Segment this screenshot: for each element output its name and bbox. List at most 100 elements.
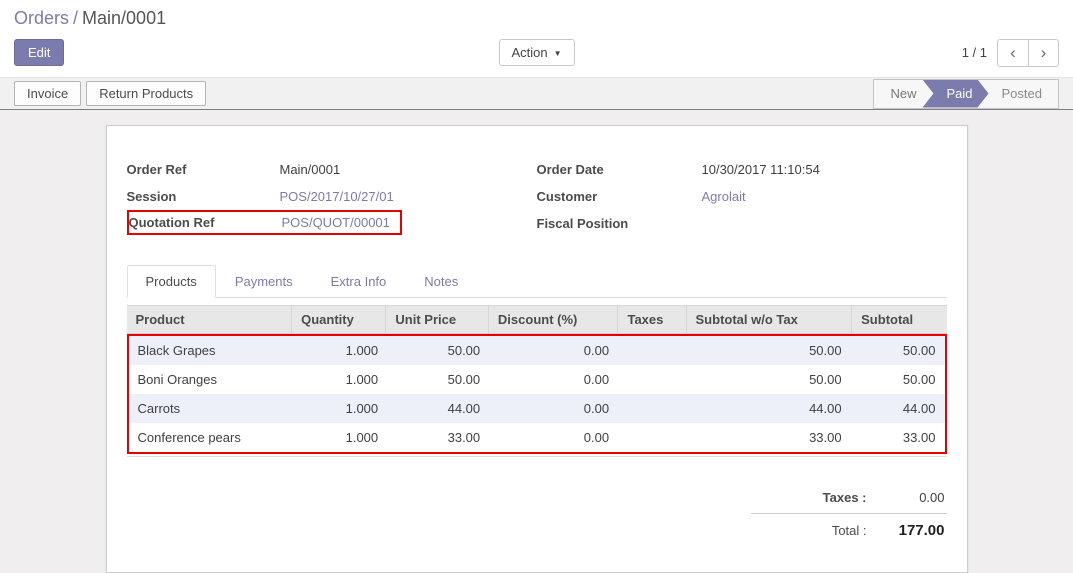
action-label: Action <box>511 45 547 60</box>
cell-unit-price: 50.00 <box>387 336 489 365</box>
session-link[interactable]: POS/2017/10/27/01 <box>280 189 394 204</box>
pager-previous-button[interactable]: ‹ <box>997 39 1028 67</box>
cell-taxes <box>618 336 686 365</box>
tab-products[interactable]: Products <box>127 265 216 298</box>
field-groups: Order Ref Main/0001 Session POS/2017/10/… <box>127 156 947 237</box>
cell-discount: 0.00 <box>489 423 618 452</box>
cell-discount: 0.00 <box>489 394 618 423</box>
edit-button[interactable]: Edit <box>14 39 64 66</box>
field-order-ref: Order Ref Main/0001 <box>127 156 537 183</box>
taxes-label: Taxes : <box>823 490 867 505</box>
cell-unit-price: 50.00 <box>387 365 489 394</box>
cell-product: Conference pears <box>129 423 294 452</box>
cell-product: Black Grapes <box>129 336 294 365</box>
cell-subtotal: 33.00 <box>851 423 945 452</box>
notebook-tabs: Products Payments Extra Info Notes <box>127 265 947 298</box>
pager-count: 1 / 1 <box>962 45 987 60</box>
invoice-button[interactable]: Invoice <box>14 81 81 106</box>
breadcrumb-separator: / <box>69 8 82 28</box>
pager: 1 / 1 ‹ › <box>962 39 1059 67</box>
taxes-total-row: Taxes : 0.00 <box>821 487 947 508</box>
table-row[interactable]: Boni Oranges 1.000 50.00 0.00 50.00 50.0… <box>129 365 945 394</box>
return-products-button[interactable]: Return Products <box>86 81 206 106</box>
field-group-right: Order Date 10/30/2017 11:10:54 Customer … <box>537 156 947 237</box>
order-lines-highlight-box: Black Grapes 1.000 50.00 0.00 50.00 50.0… <box>127 334 947 454</box>
order-date-label: Order Date <box>537 162 702 177</box>
order-lines-table: Product Quantity Unit Price Discount (%)… <box>127 305 947 457</box>
table-row[interactable]: Conference pears 1.000 33.00 0.00 33.00 … <box>129 423 945 452</box>
toolbar: Edit Action ▼ 1 / 1 ‹ › <box>14 38 1059 67</box>
cell-taxes <box>618 365 686 394</box>
tab-payments[interactable]: Payments <box>216 265 312 298</box>
column-header-subtotal-wo-tax[interactable]: Subtotal w/o Tax <box>687 306 853 333</box>
cell-subtotal-wo-tax: 50.00 <box>686 336 851 365</box>
customer-link[interactable]: Agrolait <box>702 189 746 204</box>
breadcrumb: Orders/Main/0001 <box>14 8 1059 29</box>
field-fiscal-position: Fiscal Position <box>537 210 947 237</box>
field-customer: Customer Agrolait <box>537 183 947 210</box>
breadcrumb-orders-link[interactable]: Orders <box>14 8 69 28</box>
column-header-quantity[interactable]: Quantity <box>292 306 386 333</box>
totals-block: Taxes : 0.00 Total : 177.00 <box>127 487 947 542</box>
customer-label: Customer <box>537 189 702 204</box>
table-header-row: Product Quantity Unit Price Discount (%)… <box>127 305 947 334</box>
caret-down-icon: ▼ <box>554 49 562 58</box>
cell-unit-price: 44.00 <box>387 394 489 423</box>
cell-subtotal: 44.00 <box>851 394 945 423</box>
tab-notes[interactable]: Notes <box>405 265 477 298</box>
cell-taxes <box>618 423 686 452</box>
grand-total-row: Total : 177.00 <box>830 519 947 542</box>
column-header-product[interactable]: Product <box>127 306 293 333</box>
total-label: Total : <box>832 523 867 538</box>
field-quotation-ref-highlighted: Quotation Ref POS/QUOT/00001 <box>127 210 402 235</box>
order-ref-label: Order Ref <box>127 162 280 177</box>
order-ref-value: Main/0001 <box>280 162 341 177</box>
cell-quantity: 1.000 <box>293 365 387 394</box>
taxes-value: 0.00 <box>867 490 945 505</box>
action-dropdown-wrap: Action ▼ <box>498 39 574 66</box>
cell-subtotal-wo-tax: 50.00 <box>686 365 851 394</box>
totals-separator <box>751 513 947 514</box>
column-header-discount[interactable]: Discount (%) <box>489 306 619 333</box>
column-header-unit-price[interactable]: Unit Price <box>386 306 489 333</box>
cell-subtotal-wo-tax: 33.00 <box>686 423 851 452</box>
field-group-left: Order Ref Main/0001 Session POS/2017/10/… <box>127 156 537 237</box>
table-bottom-rule <box>127 456 947 457</box>
status-flow: New Paid Posted <box>873 79 1059 109</box>
status-step-posted[interactable]: Posted <box>978 80 1058 108</box>
cell-taxes <box>618 394 686 423</box>
quotation-ref-link[interactable]: POS/QUOT/00001 <box>282 215 390 230</box>
column-header-subtotal[interactable]: Subtotal <box>852 306 946 333</box>
action-dropdown-button[interactable]: Action ▼ <box>498 39 574 66</box>
cell-subtotal-wo-tax: 44.00 <box>686 394 851 423</box>
cell-product: Carrots <box>129 394 294 423</box>
cell-quantity: 1.000 <box>293 423 387 452</box>
cell-product: Boni Oranges <box>129 365 294 394</box>
tab-extra-info[interactable]: Extra Info <box>312 265 406 298</box>
table-row[interactable]: Carrots 1.000 44.00 0.00 44.00 44.00 <box>129 394 945 423</box>
cell-unit-price: 33.00 <box>387 423 489 452</box>
top-bar: Orders/Main/0001 Edit Action ▼ 1 / 1 ‹ › <box>0 0 1073 77</box>
status-step-new[interactable]: New <box>874 80 934 108</box>
status-bar: Invoice Return Products New Paid Posted <box>0 77 1073 110</box>
column-header-taxes[interactable]: Taxes <box>618 306 686 333</box>
cell-quantity: 1.000 <box>293 336 387 365</box>
cell-discount: 0.00 <box>489 365 618 394</box>
cell-discount: 0.00 <box>489 336 618 365</box>
cell-subtotal: 50.00 <box>851 365 945 394</box>
cell-quantity: 1.000 <box>293 394 387 423</box>
field-order-date: Order Date 10/30/2017 11:10:54 <box>537 156 947 183</box>
cell-subtotal: 50.00 <box>851 336 945 365</box>
order-date-value: 10/30/2017 11:10:54 <box>702 162 820 177</box>
field-session: Session POS/2017/10/27/01 <box>127 183 537 210</box>
breadcrumb-current: Main/0001 <box>82 8 166 28</box>
session-label: Session <box>127 189 280 204</box>
chevron-right-icon: › <box>1041 44 1047 61</box>
content-area: Order Ref Main/0001 Session POS/2017/10/… <box>0 110 1073 573</box>
pager-next-button[interactable]: › <box>1028 39 1059 67</box>
fiscal-position-label: Fiscal Position <box>537 216 702 231</box>
chevron-left-icon: ‹ <box>1010 44 1016 61</box>
table-row[interactable]: Black Grapes 1.000 50.00 0.00 50.00 50.0… <box>129 336 945 365</box>
pager-buttons: ‹ › <box>997 39 1059 67</box>
order-form-sheet: Order Ref Main/0001 Session POS/2017/10/… <box>106 125 968 573</box>
